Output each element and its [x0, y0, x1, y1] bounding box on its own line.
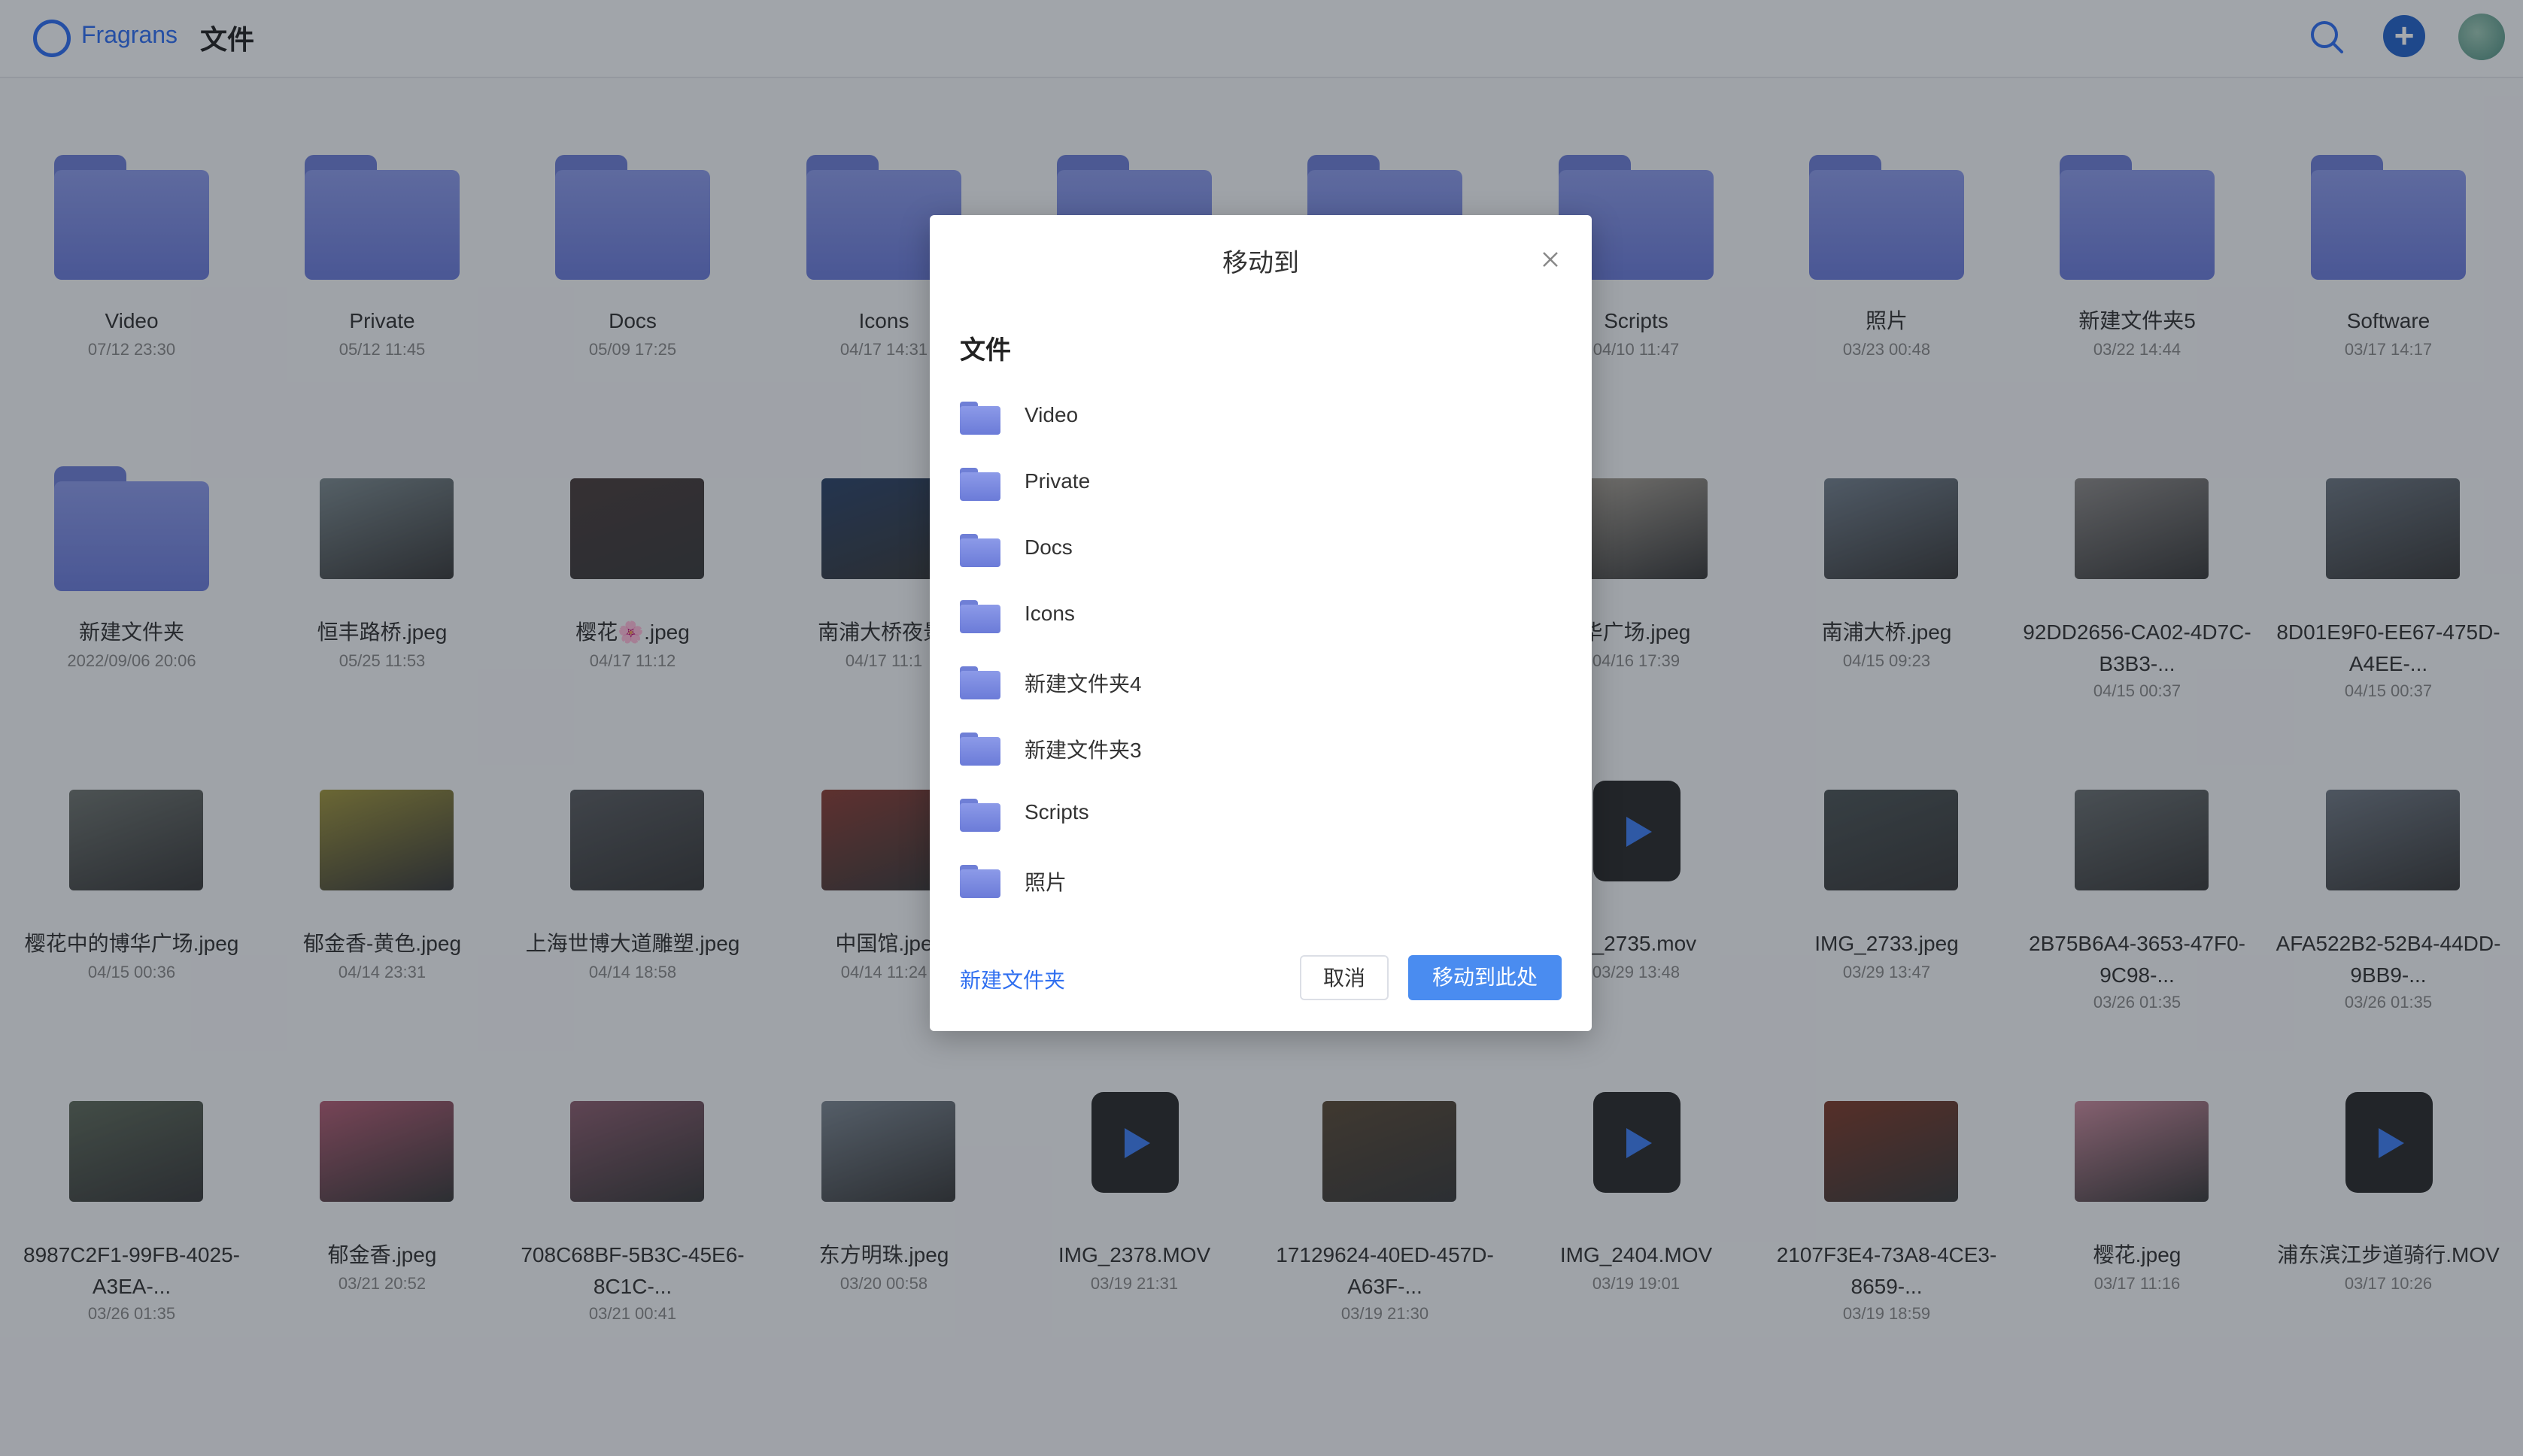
- folder-list-label: Docs: [1025, 535, 1073, 559]
- close-icon[interactable]: [1539, 248, 1562, 271]
- folder-list-item[interactable]: 照片: [960, 856, 1562, 916]
- folder-icon: [960, 402, 1000, 435]
- folder-list-label: 新建文件夹4: [1025, 672, 1142, 696]
- folder-list-label: Scripts: [1025, 800, 1089, 824]
- new-folder-link[interactable]: 新建文件夹: [960, 964, 1065, 994]
- folder-list-item[interactable]: 新建文件夹3: [960, 723, 1562, 784]
- folder-list-item[interactable]: Docs: [960, 525, 1562, 585]
- folder-list-label: 照片: [1025, 871, 1067, 894]
- folder-list-item[interactable]: Scripts: [960, 790, 1562, 850]
- cancel-button[interactable]: 取消: [1300, 955, 1389, 1000]
- folder-icon: [960, 600, 1000, 633]
- move-here-button[interactable]: 移动到此处: [1408, 955, 1562, 1000]
- folder-list-item[interactable]: 新建文件夹4: [960, 657, 1562, 717]
- move-to-dialog: 移动到 文件 Video Private Docs Icons 新建文件夹4 新…: [930, 215, 1592, 1031]
- folder-list-label: Video: [1025, 403, 1079, 426]
- folder-icon: [960, 865, 1000, 898]
- folder-list-item[interactable]: Icons: [960, 591, 1562, 651]
- folder-icon: [960, 666, 1000, 699]
- dialog-title: 移动到: [1222, 249, 1299, 278]
- folder-icon: [960, 733, 1000, 766]
- folder-list-label: 新建文件夹3: [1025, 739, 1142, 762]
- folder-list-label: Private: [1025, 469, 1091, 493]
- folder-list-item[interactable]: Private: [960, 459, 1562, 519]
- folder-icon: [960, 468, 1000, 501]
- dialog-current-path: 文件: [960, 336, 1011, 365]
- folder-icon: [960, 534, 1000, 567]
- folder-list-item[interactable]: Video: [960, 393, 1562, 453]
- folder-list-label: Icons: [1025, 602, 1075, 625]
- folder-icon: [960, 799, 1000, 832]
